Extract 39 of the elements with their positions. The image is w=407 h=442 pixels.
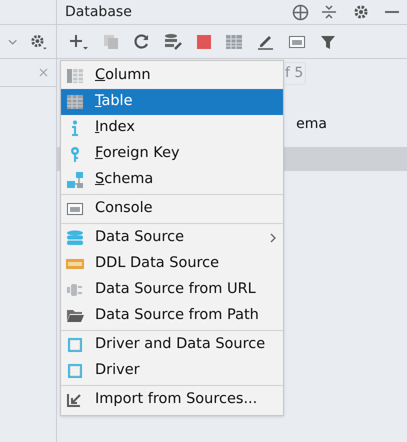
folder-icon — [66, 308, 84, 324]
settings-icon[interactable] — [29, 32, 48, 50]
collapse-icon[interactable] — [321, 4, 337, 20]
counter-badge: f 5 — [285, 62, 306, 84]
minimize-icon[interactable] — [385, 10, 399, 14]
menu-item[interactable]: Driver — [61, 358, 283, 384]
menu-item[interactable]: Data Source — [61, 225, 283, 251]
crosshair-icon[interactable] — [292, 4, 309, 20]
menu-item[interactable]: Driver and Data Source — [61, 332, 283, 358]
menu-item[interactable]: Schema — [61, 167, 283, 193]
refresh-icon[interactable] — [133, 33, 150, 50]
console-icon[interactable] — [288, 34, 306, 50]
pencil-icon[interactable] — [257, 33, 274, 50]
database-wrench-icon[interactable] — [164, 33, 183, 50]
menu-item[interactable]: Import from Sources... — [61, 387, 283, 413]
driver-icon — [66, 363, 84, 379]
filter-icon[interactable] — [320, 34, 336, 50]
tree-item[interactable]: ema — [296, 114, 327, 135]
chevron-down-icon[interactable] — [8, 38, 18, 46]
database-icon — [66, 230, 84, 246]
menu-item[interactable]: Column — [61, 63, 283, 89]
console-icon — [66, 201, 84, 217]
plug-icon — [66, 282, 84, 298]
ddl-icon — [66, 256, 84, 272]
menu-item[interactable]: Table — [61, 89, 283, 115]
table-icon — [66, 94, 84, 110]
menu-item[interactable]: Index — [61, 115, 283, 141]
menu-item[interactable]: Foreign Key — [61, 141, 283, 167]
driver-icon — [66, 337, 84, 353]
menu-item[interactable]: DDL Data Source — [61, 251, 283, 277]
stop-icon[interactable] — [197, 34, 211, 48]
menu-item[interactable]: Data Source from Path — [61, 303, 283, 329]
menu-item[interactable]: Console — [61, 196, 283, 222]
menu-item[interactable]: Data Source from URL — [61, 277, 283, 303]
settings-icon[interactable] — [353, 4, 369, 20]
column-icon — [66, 68, 84, 84]
add-icon[interactable] — [69, 32, 89, 50]
schema-icon — [66, 172, 84, 188]
panel-title: Database — [65, 2, 133, 22]
